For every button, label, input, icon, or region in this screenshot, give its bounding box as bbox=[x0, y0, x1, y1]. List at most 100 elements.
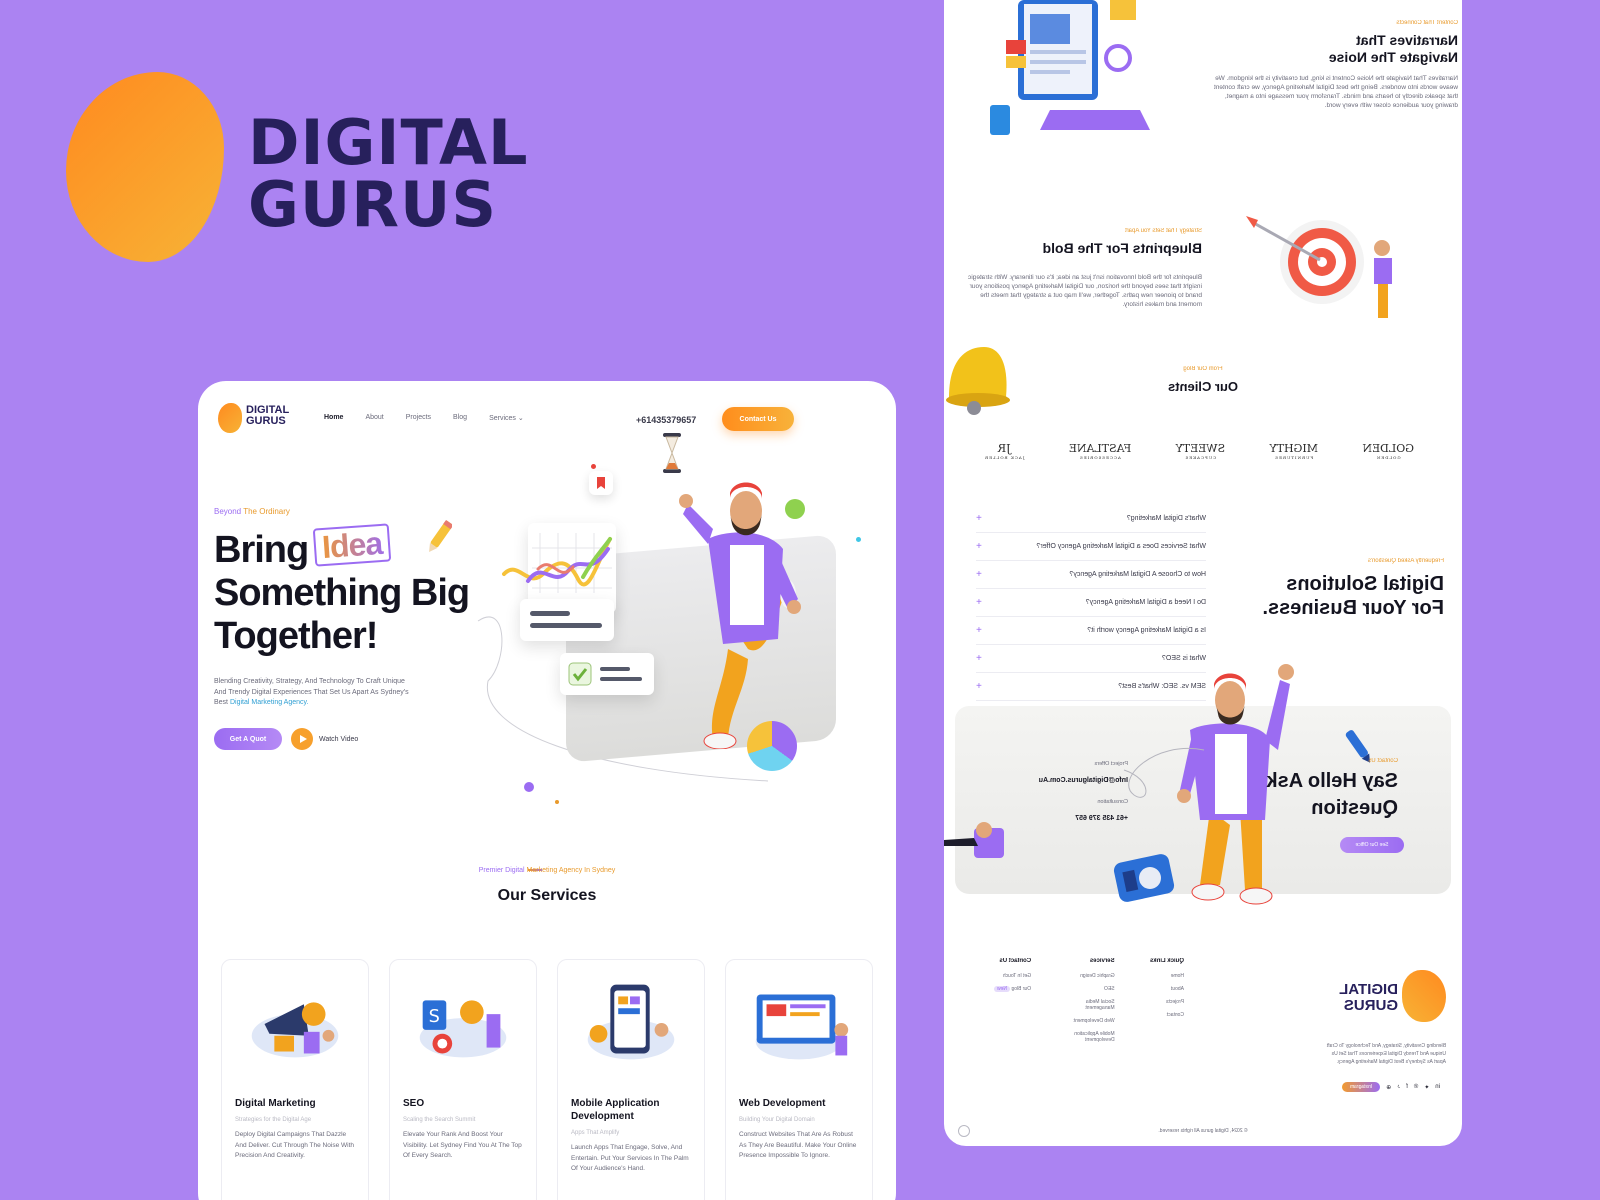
client-logo-fastlane-name: FASTLANE bbox=[1068, 442, 1132, 455]
hero-eyebrow: Beyond The Ordinary bbox=[214, 507, 290, 516]
footer-services: Services Graphic Design SEO Social Media… bbox=[1067, 958, 1115, 1050]
service-card-digital-marketing[interactable]: Digital Marketing Strategies for the Dig… bbox=[221, 959, 369, 1200]
nav-link-services-label: Services bbox=[489, 415, 516, 422]
hero-description: Blending Creativity, Strategy, And Techn… bbox=[214, 677, 414, 709]
footer-link[interactable]: Get In Touch bbox=[994, 973, 1031, 979]
footer-link[interactable]: Mobile Application Development bbox=[1067, 1031, 1114, 1043]
client-logo-mighty-sub: FURNITURES bbox=[1274, 455, 1314, 460]
service-description: Construct Websites That Are As Robust As… bbox=[739, 1131, 857, 1159]
footer-link[interactable]: Our Blog New bbox=[994, 986, 1031, 992]
strategy-text: Blueprints for the Bold Innovation isn't… bbox=[968, 274, 1202, 308]
service-description: Launch Apps That Engage, Solve, And Ente… bbox=[571, 1144, 689, 1172]
hero-eyebrow-a: Beyond bbox=[214, 507, 242, 516]
inner-page-mockup: Content That Connects Narratives That Na… bbox=[944, 0, 1462, 1146]
logo-blob-icon bbox=[1402, 970, 1446, 1022]
footer-link[interactable]: Social Media Management bbox=[1067, 999, 1114, 1011]
client-logo-jr: JR JACK ROLLER bbox=[984, 442, 1024, 460]
plus-icon[interactable]: + bbox=[976, 597, 982, 608]
chevron-down-icon: ⌄ bbox=[517, 415, 524, 422]
copyright: © 2024, Digital gurus All rights reserve… bbox=[1158, 1128, 1248, 1134]
nav-link-home[interactable]: Home bbox=[324, 414, 343, 422]
service-card-seo[interactable]: S SEO Scaling the Search Summit Elevate … bbox=[389, 959, 537, 1200]
bell-icon bbox=[946, 347, 1010, 415]
footer-link[interactable]: Home bbox=[1150, 973, 1184, 979]
cyan-dot-decoration bbox=[856, 537, 861, 542]
faq-item[interactable]: What's Digital Marketing? + bbox=[976, 505, 1206, 533]
content-eyebrow: Content That Connects bbox=[1396, 20, 1458, 26]
social-links: in ✦ ℗ f ♪ ⊕ Instagram bbox=[1330, 1082, 1440, 1092]
facebook-icon[interactable]: f bbox=[1406, 1084, 1408, 1090]
watch-video-link[interactable]: Watch Video bbox=[319, 736, 358, 743]
footer-link[interactable]: SEO bbox=[1067, 986, 1115, 992]
service-card-mobile-app[interactable]: Mobile Application Development Apps That… bbox=[557, 959, 705, 1200]
footer-logo[interactable]: DIGITAL GURUS bbox=[1324, 970, 1446, 1022]
footer-contact-title: Contact Us bbox=[999, 958, 1032, 964]
faq-eyebrow: Frequently Asked Question's bbox=[1367, 558, 1444, 564]
faq-item[interactable]: Do I Need a Digital Marketing Agency? + bbox=[976, 589, 1206, 617]
faq-item[interactable]: What Services Does a Digital Marketing A… bbox=[976, 533, 1206, 561]
seo-illustration: S bbox=[419, 1000, 507, 1058]
services-list: Digital Marketing Strategies for the Dig… bbox=[221, 959, 873, 1200]
faq-item[interactable]: How to Choose A Digital Marketing Agency… bbox=[976, 561, 1206, 589]
footer-link[interactable]: Graphic Design bbox=[1067, 973, 1114, 979]
service-card-web-development[interactable]: Web Development Building Your Digital Do… bbox=[725, 959, 873, 1200]
pointing-hand-icon bbox=[944, 822, 1004, 858]
footer-link[interactable]: Web Development bbox=[1067, 1018, 1115, 1024]
footer-link-label: Our Blog bbox=[1011, 986, 1032, 992]
contact-us-button[interactable]: Contact Us bbox=[722, 407, 794, 431]
tiktok-icon[interactable]: ♪ bbox=[1397, 1084, 1400, 1090]
footer-link[interactable]: Contact bbox=[1150, 1012, 1184, 1018]
new-badge: New bbox=[994, 986, 1011, 992]
contact-email[interactable]: Info@Digitalgurus.Com.Au bbox=[1032, 776, 1128, 785]
clients-heading: From Our Blog Our Clients bbox=[1144, 366, 1262, 395]
nav-logo[interactable] bbox=[218, 403, 246, 433]
plus-icon[interactable]: + bbox=[976, 653, 982, 664]
faq-item[interactable]: Is a Digital Marketing Agency worth it? + bbox=[976, 617, 1206, 645]
instagram-button[interactable]: Instagram bbox=[1341, 1082, 1381, 1092]
service-name: Web Development bbox=[739, 1098, 826, 1109]
footer-link[interactable]: Projects bbox=[1150, 999, 1184, 1005]
footer-link[interactable]: About bbox=[1150, 986, 1184, 992]
hero-eyebrow-b: The Ordinary bbox=[241, 507, 290, 516]
service-subtitle: Apps That Amplify bbox=[571, 1130, 620, 1136]
svg-text:S: S bbox=[429, 1007, 440, 1027]
globe-icon[interactable]: ⊕ bbox=[1386, 1084, 1391, 1091]
clients-eyebrow: From Our Blog bbox=[1183, 366, 1223, 372]
orange-dot-decoration bbox=[555, 800, 559, 804]
service-name: SEO bbox=[403, 1098, 425, 1109]
play-icon[interactable] bbox=[291, 728, 313, 750]
pie-ball-decoration bbox=[747, 721, 797, 771]
service-subtitle: Strategies for the Digital Age bbox=[235, 1117, 312, 1123]
logo-blob-icon bbox=[218, 403, 242, 433]
plus-icon[interactable]: + bbox=[976, 569, 982, 580]
get-quote-button[interactable]: Get A Quot bbox=[214, 728, 282, 750]
plus-icon[interactable]: + bbox=[976, 681, 982, 692]
client-logo-jr-name: JR bbox=[997, 442, 1011, 455]
nav-phone[interactable]: +61435379657 bbox=[636, 415, 696, 425]
see-office-button[interactable]: See Our Office bbox=[1340, 837, 1404, 853]
pinterest-icon[interactable]: ℗ bbox=[1414, 1084, 1418, 1090]
hero-title-b: Something Big Together! bbox=[214, 572, 470, 657]
footer-contact: Contact Us Get In Touch Our Blog New bbox=[994, 958, 1031, 1050]
mobile-app-illustration bbox=[587, 984, 675, 1060]
red-dot-decoration bbox=[591, 464, 596, 469]
hero-description-link[interactable]: Digital Marketing Agency. bbox=[230, 699, 308, 706]
plus-icon[interactable]: + bbox=[976, 541, 982, 552]
nav-link-projects[interactable]: Projects bbox=[406, 414, 431, 422]
nav-link-blog[interactable]: Blog bbox=[453, 414, 467, 422]
bookmark-icon bbox=[597, 477, 605, 489]
content-text: Narratives That Navigate the Noise Conte… bbox=[1213, 75, 1458, 109]
nav-link-about[interactable]: About bbox=[365, 414, 383, 422]
content-section: Content That Connects Narratives That Na… bbox=[1206, 20, 1458, 110]
nav-logo-text[interactable]: DIGITAL GURUS bbox=[246, 405, 289, 427]
plus-icon[interactable]: + bbox=[976, 513, 982, 524]
plus-icon[interactable]: + bbox=[976, 625, 982, 636]
client-logo-mighty: MIGHTY FURNITURES bbox=[1269, 442, 1318, 460]
footer-columns: Quick Links Home About Projects Contact … bbox=[994, 958, 1184, 1050]
linkedin-icon[interactable]: in bbox=[1435, 1084, 1440, 1090]
service-name: Mobile Application Development bbox=[571, 1098, 660, 1122]
contact-phone[interactable]: +61 435 379 657 bbox=[1032, 814, 1128, 823]
hero-title-a: Bring bbox=[214, 529, 309, 571]
twitter-icon[interactable]: ✦ bbox=[1424, 1084, 1429, 1091]
nav-link-services[interactable]: Services ⌄ bbox=[489, 414, 524, 422]
